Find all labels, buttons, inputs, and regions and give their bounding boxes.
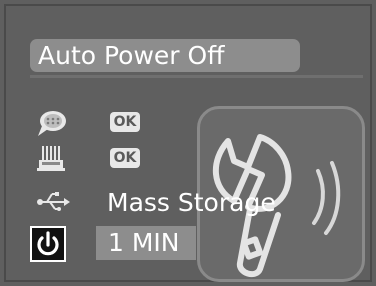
ok-badge: OK xyxy=(110,148,140,168)
usb-mode-value: Mass Storage xyxy=(107,188,276,217)
menu-title: Auto Power Off xyxy=(38,41,225,70)
menu-title-bar: Auto Power Off xyxy=(30,39,300,72)
auto-power-off-value-text: 1 MIN xyxy=(108,228,180,257)
printer-icon xyxy=(34,144,70,172)
camera-settings-screen: Auto Power Off OK OK Mass Storage 1 MIN xyxy=(0,0,376,286)
auto-power-off-value[interactable]: 1 MIN xyxy=(96,226,196,260)
ok-badge: OK xyxy=(110,112,140,132)
usb-icon xyxy=(34,188,70,216)
power-icon xyxy=(30,226,66,262)
speech-bubble-icon xyxy=(34,110,70,138)
title-divider xyxy=(30,75,363,78)
